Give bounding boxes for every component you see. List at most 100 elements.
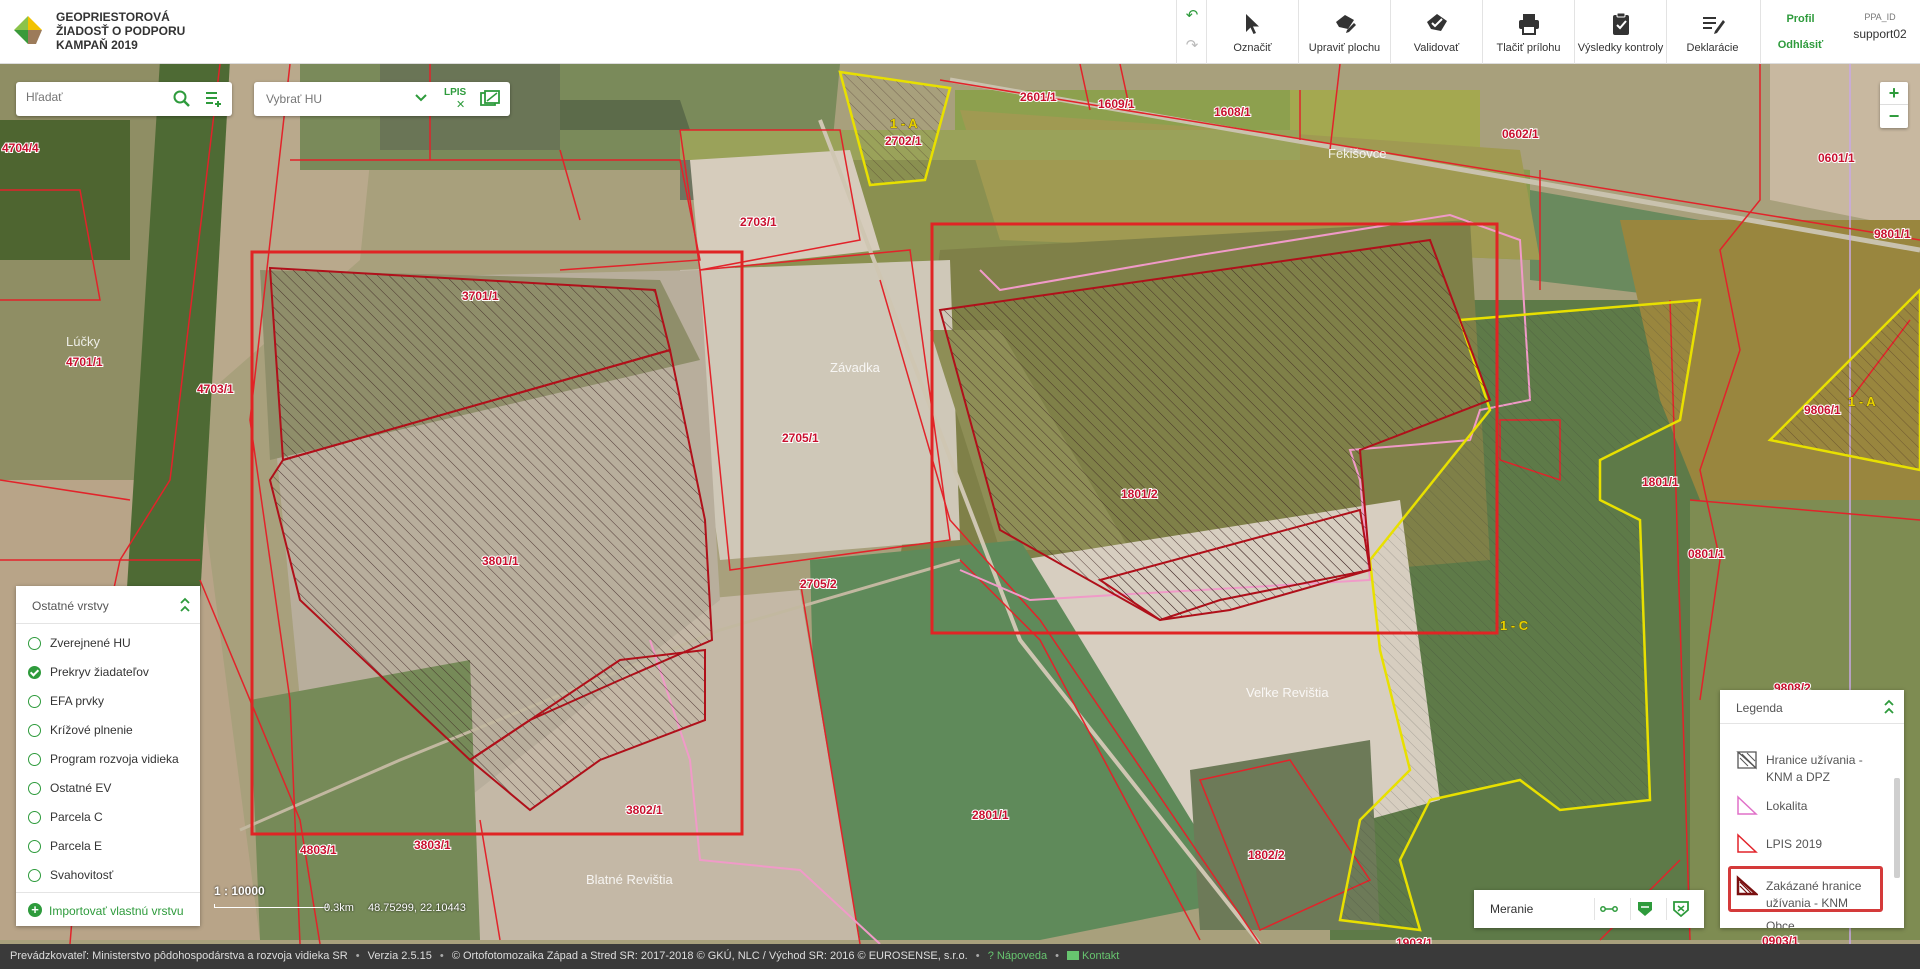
radio-icon[interactable]	[28, 637, 41, 650]
layer-item-prekryv[interactable]: Prekryv žiadateľov	[16, 658, 200, 687]
place-label: Veľke Revištia	[1246, 685, 1329, 700]
measure-clear-button[interactable]	[1666, 898, 1692, 920]
measure-line-button[interactable]	[1594, 898, 1620, 920]
ppa-id-group: PPA_ID support02	[1840, 0, 1920, 64]
lpis-clear-icon[interactable]: ✕	[456, 98, 465, 111]
radio-icon[interactable]	[28, 811, 41, 824]
radio-icon[interactable]	[28, 753, 41, 766]
layer-label: Krížové plnenie	[50, 723, 133, 737]
layer-item-prv[interactable]: Program rozvoja vidieka	[16, 745, 200, 774]
search-filter-icon[interactable]	[204, 89, 224, 109]
print-attachment-button[interactable]: Tlačiť prílohu	[1482, 0, 1574, 64]
layer-item-parcela-e[interactable]: Parcela E	[16, 832, 200, 861]
parcel-label: 2801/1	[972, 808, 1009, 822]
parcel-label: 2702/1	[885, 134, 922, 148]
contact-label: Kontakt	[1082, 950, 1120, 962]
search-icon[interactable]	[172, 89, 192, 109]
yellow-label: 1 - A	[890, 116, 918, 131]
radio-icon[interactable]	[28, 869, 41, 882]
help-label: Nápoveda	[996, 950, 1048, 962]
legend-header[interactable]: Legenda	[1720, 690, 1904, 724]
search-input[interactable]	[26, 90, 176, 104]
legend-scrollbar[interactable]	[1892, 730, 1902, 924]
footer-operator: Prevádzkovateľ: Ministerstvo pôdohospodá…	[10, 950, 348, 962]
search-box	[16, 82, 232, 116]
radio-icon[interactable]	[28, 782, 41, 795]
parcel-label: 4704/4	[2, 141, 39, 155]
layer-item-krizove[interactable]: Krížové plnenie	[16, 716, 200, 745]
lpis-layer-icon[interactable]	[480, 90, 500, 108]
orthophoto-map[interactable]: 2702/1 2601/1 1609/1 1608/1 0602/1 0601/…	[0, 64, 1920, 944]
radio-checked-icon[interactable]	[28, 666, 41, 679]
import-layer-button[interactable]: + Importovať vlastnú vrstvu	[16, 892, 200, 926]
undo-icon[interactable]: ↶	[1184, 8, 1200, 24]
cursor-coordinates: 48.75299, 22.10443	[368, 902, 466, 914]
parcel-label: 1801/1	[1642, 475, 1679, 489]
cursor-icon	[1245, 14, 1259, 34]
parcel-label: 0903/1	[1762, 934, 1799, 944]
parcel-label: 1802/2	[1248, 848, 1285, 862]
legend-item-lpis: LPIS 2019	[1736, 832, 1886, 854]
import-layer-label: Importovať vlastnú vrstvu	[49, 904, 184, 918]
scale-distance: 0.3km	[324, 902, 354, 914]
measure-title: Meranie	[1490, 902, 1534, 916]
print-icon	[1518, 14, 1539, 35]
measure-panel: Meranie	[1474, 890, 1704, 928]
hatched-polygon-icon	[1736, 751, 1757, 770]
parcel-label: 4803/1	[300, 843, 337, 857]
zoom-in-button[interactable]: +	[1880, 82, 1908, 105]
parcel-label: 0801/1	[1688, 547, 1725, 561]
edit-area-button[interactable]: Upraviť plochu	[1298, 0, 1390, 64]
layer-item-ostatne-ev[interactable]: Ostatné EV	[16, 774, 200, 803]
radio-icon[interactable]	[28, 695, 41, 708]
layer-item-efa[interactable]: EFA prvky	[16, 687, 200, 716]
contact-link[interactable]: Kontakt	[1067, 950, 1119, 962]
zoom-out-button[interactable]: −	[1880, 105, 1908, 128]
parcel-label: 0601/1	[1818, 151, 1855, 165]
place-label: Lúčky	[66, 334, 100, 349]
declarations-button[interactable]: Deklarácie	[1666, 0, 1758, 64]
legend-scroll-thumb[interactable]	[1894, 778, 1900, 878]
map-canvas[interactable]: 2702/1 2601/1 1609/1 1608/1 0602/1 0601/…	[0, 64, 1920, 944]
main-toolbar: Označiť Upraviť plochu Validovať Tlačiť …	[1206, 0, 1758, 64]
redo-icon[interactable]: ↷	[1184, 38, 1200, 54]
hu-select[interactable]: Vybrať HU LPIS ✕	[254, 82, 510, 116]
footer-bar: Prevádzkovateľ: Ministerstvo pôdohospodá…	[0, 944, 1920, 969]
declarations-label: Deklarácie	[1686, 42, 1739, 54]
parcel-label: 3801/1	[482, 554, 519, 568]
parcel-label: 9806/1	[1804, 403, 1841, 417]
profile-link[interactable]: Profil	[1761, 13, 1840, 25]
measure-line-icon	[1600, 906, 1618, 912]
print-attachment-label: Tlačiť prílohu	[1496, 42, 1561, 54]
collapse-icon[interactable]	[178, 596, 192, 614]
select-button[interactable]: Označiť	[1206, 0, 1298, 64]
parcel-label: 4703/1	[197, 382, 234, 396]
validate-button[interactable]: Validovať	[1390, 0, 1482, 64]
layers-panel-header[interactable]: Ostatné vrstvy	[16, 586, 200, 624]
lpis-toggle-label[interactable]: LPIS	[444, 87, 466, 98]
radio-icon[interactable]	[28, 840, 41, 853]
collapse-icon[interactable]	[1882, 698, 1896, 716]
place-label: Blatné Revištia	[586, 872, 673, 887]
layer-label: Parcela E	[50, 839, 103, 853]
help-link[interactable]: ? Nápoveda	[988, 950, 1047, 962]
measure-area-button[interactable]	[1630, 898, 1656, 920]
validate-label: Validovať	[1413, 42, 1460, 54]
layer-item-zverejnene-hu[interactable]: Zverejnené HU	[16, 629, 200, 658]
control-results-button[interactable]: Výsledky kontroly	[1574, 0, 1666, 64]
legend-item-knm-dpz: Hranice užívania - KNM a DPZ	[1736, 748, 1886, 788]
radio-icon[interactable]	[28, 724, 41, 737]
layer-item-svahovitost[interactable]: Svahovitosť	[16, 861, 200, 890]
layer-item-parcela-c[interactable]: Parcela C	[16, 803, 200, 832]
logout-link[interactable]: Odhlásiť	[1761, 39, 1840, 51]
legend-label: Obce	[1766, 919, 1795, 928]
other-layers-panel: Ostatné vrstvy Zverejnené HU Prekryv žia…	[16, 586, 200, 926]
parcel-label: 1609/1	[1098, 97, 1135, 111]
measure-area-icon	[1638, 902, 1652, 916]
legend-item-lokalita: Lokalita	[1736, 794, 1886, 816]
yellow-label: 1 - C	[1500, 618, 1529, 633]
measure-clear-icon	[1673, 901, 1689, 917]
select-label: Označiť	[1233, 42, 1272, 54]
parcel-label: 2705/1	[782, 431, 819, 445]
legend-label: Lokalita	[1766, 799, 1808, 813]
